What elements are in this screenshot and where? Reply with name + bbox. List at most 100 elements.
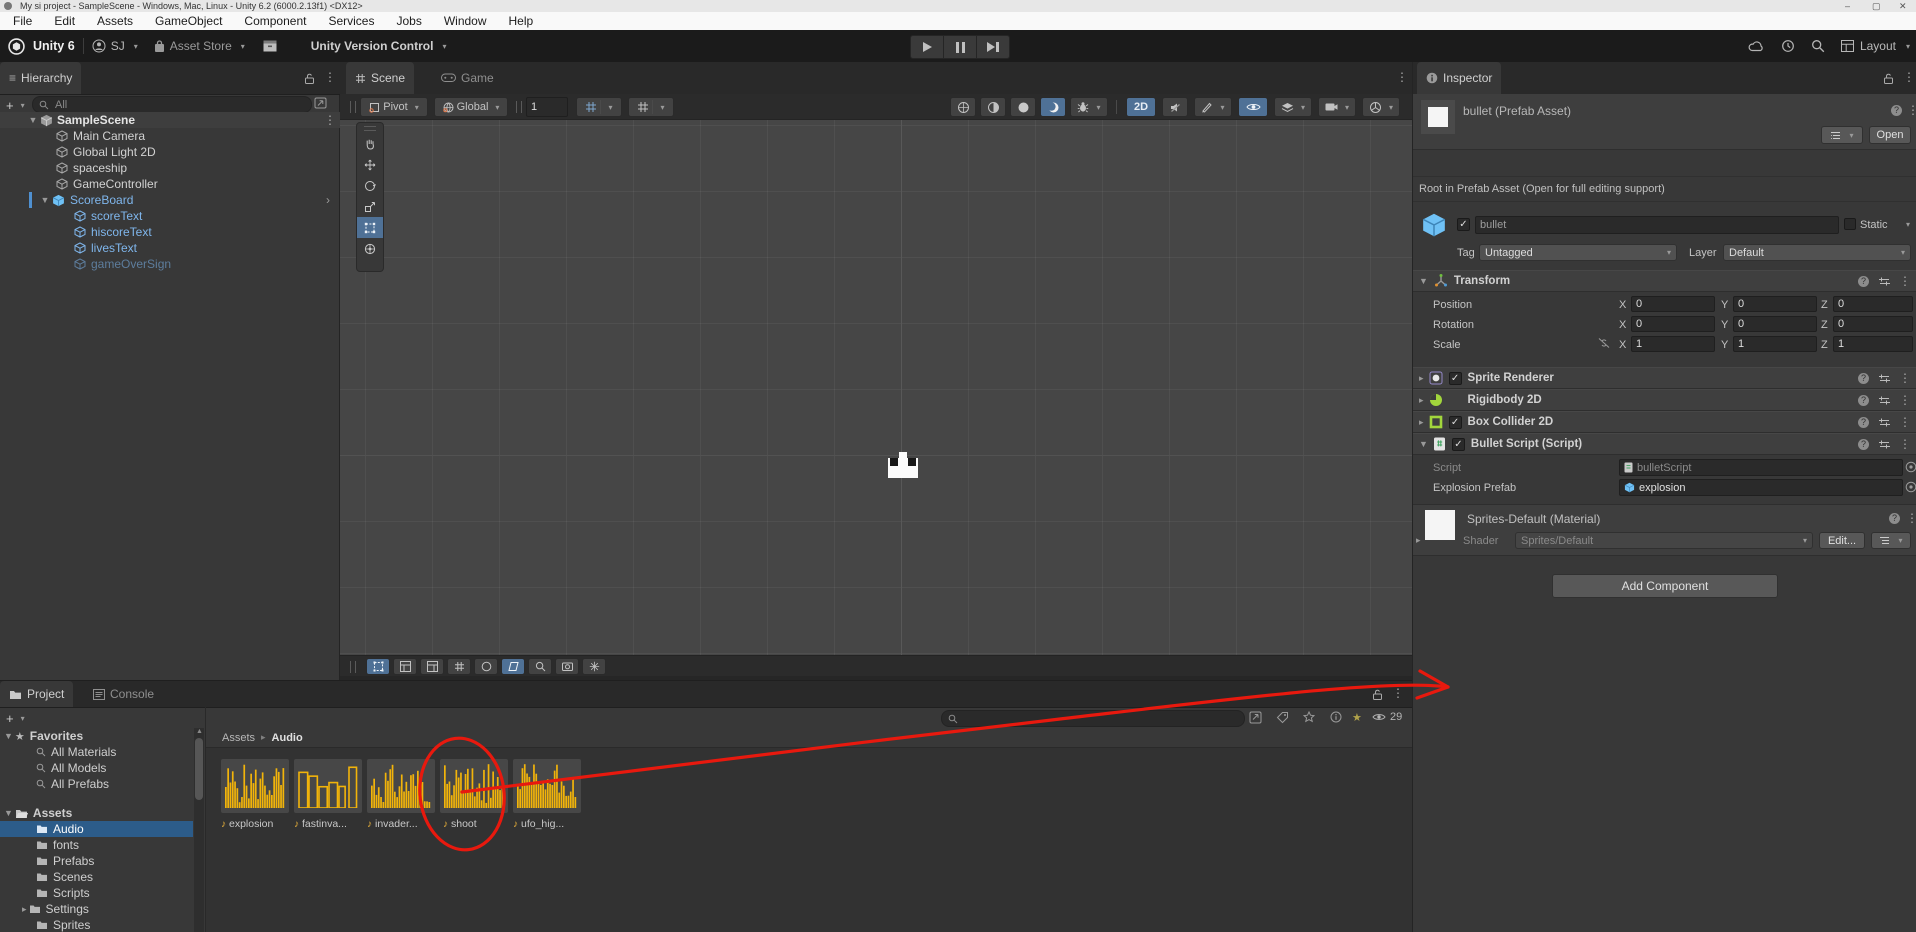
script-object-field[interactable]: bulletScript [1619,459,1903,476]
position-y-field[interactable] [1733,296,1817,312]
grid-visual-dropdown[interactable]: ▾ [628,97,674,117]
info-icon[interactable] [1330,711,1342,723]
favorites-header[interactable]: ▼ ★ Favorites [0,728,193,744]
audio-asset-thumbnail[interactable] [294,759,362,813]
rotation-z-field[interactable] [1833,316,1913,332]
camera-dropdown[interactable]: ▾ [1318,97,1356,117]
menu-services[interactable]: Services [317,14,385,28]
presets-icon[interactable] [1878,276,1890,287]
foldout-icon[interactable]: ▸ [1419,395,1424,406]
scale-y-field[interactable] [1733,336,1817,352]
foldout-icon[interactable]: ▼ [28,115,38,125]
grid-size-field[interactable] [526,97,568,117]
prefab-open-chevron-icon[interactable]: › [326,193,330,207]
project-menu-icon[interactable]: ⋮ [1392,687,1404,699]
scale-x-field[interactable] [1631,336,1715,352]
scene-visibility-button[interactable] [1238,97,1268,117]
box-collider-2d-header[interactable]: ▸ ✓ Box Collider 2D ?⋮ [1413,411,1916,433]
position-x-field[interactable] [1631,296,1715,312]
step-button[interactable] [977,35,1010,59]
tab-project[interactable]: Project [0,681,73,707]
hidden-count-indicator[interactable]: 29 [1372,711,1402,723]
active-checkbox[interactable]: ✓ [1457,218,1470,231]
material-list-button[interactable]: ▾ [1871,532,1911,549]
foldout-icon[interactable]: ▸ [1419,373,1424,384]
hierarchy-row-scene[interactable]: ▼ SampleScene ⋮ [0,112,340,128]
particles-button[interactable] [582,658,606,675]
minimize-button[interactable]: – [1845,1,1850,11]
toolbar-drag-handle[interactable] [350,661,356,673]
menu-window[interactable]: Window [433,14,498,28]
project-search[interactable] [941,710,1245,727]
breadcrumb-current[interactable]: Audio [272,732,303,744]
static-checkbox[interactable] [1844,218,1856,230]
properties-list-button[interactable]: ▾ [1821,126,1863,144]
object-picker-icon[interactable] [1905,481,1916,493]
rect-tool-button[interactable] [357,217,383,238]
search-icon[interactable] [1811,39,1825,53]
foldout-icon[interactable]: ▼ [1419,439,1428,449]
help-icon[interactable]: ? [1891,105,1902,116]
rect-select-button[interactable] [366,658,390,675]
foldout-icon[interactable]: ▸ [22,904,27,915]
menu-component[interactable]: Component [233,14,317,28]
menu-jobs[interactable]: Jobs [385,14,432,28]
transform-header[interactable]: ▼ Transform ?⋮ [1413,270,1916,292]
hierarchy-menu-icon[interactable]: ⋮ [324,71,336,83]
help-icon[interactable]: ? [1858,417,1869,428]
folder-row[interactable]: Sprites [0,917,193,932]
tree-scrollbar[interactable]: ▲ [194,728,204,932]
lock-icon[interactable] [304,72,315,85]
component-menu-icon[interactable]: ⋮ [1899,372,1911,384]
shader-dropdown[interactable]: Sprites/Default▾ [1515,532,1813,549]
play-button[interactable] [910,35,944,59]
search-by-label-icon[interactable] [1276,711,1289,724]
tools-drag-handle[interactable] [357,123,383,133]
tab-inspector[interactable]: Inspector [1417,62,1501,94]
effects-dropdown[interactable]: ▾ [1194,97,1232,117]
split-view-button[interactable] [393,658,417,675]
hierarchy-row-disabled[interactable]: gameOverSign [0,256,340,272]
name-field[interactable] [1475,216,1839,234]
presets-icon[interactable] [1878,439,1890,450]
tab-hierarchy[interactable]: ≡ Hierarchy [0,62,81,94]
move-tool-button[interactable] [357,154,383,175]
toolbar-drag-handle[interactable] [350,101,356,113]
tag-dropdown[interactable]: Untagged▾ [1479,244,1677,261]
explosion-object-field[interactable]: explosion [1619,479,1903,496]
toolbar-drag-handle[interactable] [516,101,522,113]
hierarchy-row-scoreboard[interactable]: ▼ ScoreBoard › [0,192,340,208]
layers-dropdown[interactable]: ▾ [1274,97,1312,117]
bullet-sprite[interactable] [888,452,918,478]
package-manager-icon[interactable] [263,40,277,52]
half-shaded-button[interactable] [980,97,1006,117]
position-z-field[interactable] [1833,296,1913,312]
scene-options-icon[interactable]: ⋮ [324,114,336,126]
scrollbar-thumb[interactable] [195,738,203,800]
audio-asset-thumbnail[interactable] [367,759,435,813]
rotation-x-field[interactable] [1631,316,1715,332]
component-checkbox[interactable]: ✓ [1449,372,1462,385]
folder-row[interactable]: ▸ Settings [0,901,193,917]
hierarchy-row[interactable]: GameController [0,176,340,192]
audio-asset-label[interactable]: ♪ufo_hig... [513,818,585,830]
asset-store-dropdown[interactable]: Asset Store▾ [154,39,245,53]
breadcrumb-root[interactable]: Assets [222,732,255,744]
snapshot-button[interactable] [555,658,579,675]
audio-asset-label[interactable]: ♪fastinva... [294,818,366,830]
lock-icon[interactable] [1883,72,1894,85]
hierarchy-row[interactable]: scoreText [0,208,340,224]
scene-viewport[interactable] [340,120,1412,655]
lock-icon[interactable] [1372,688,1383,701]
tab-game[interactable]: Game [432,62,503,94]
inspector-menu-icon[interactable]: ⋮ [1903,71,1915,83]
assets-root-row[interactable]: ▼ Assets [0,805,193,821]
folder-row[interactable]: Scripts [0,885,193,901]
presets-icon[interactable] [1878,395,1890,406]
favorites-item[interactable]: All Models [0,760,193,776]
component-checkbox[interactable]: ✓ [1452,438,1465,451]
sphere-toggle-button[interactable] [474,658,498,675]
folder-row-audio-selected[interactable]: Audio [0,821,193,837]
menu-gameobject[interactable]: GameObject [144,14,233,28]
sprite-renderer-header[interactable]: ▸ ✓ Sprite Renderer ?⋮ [1413,367,1916,389]
